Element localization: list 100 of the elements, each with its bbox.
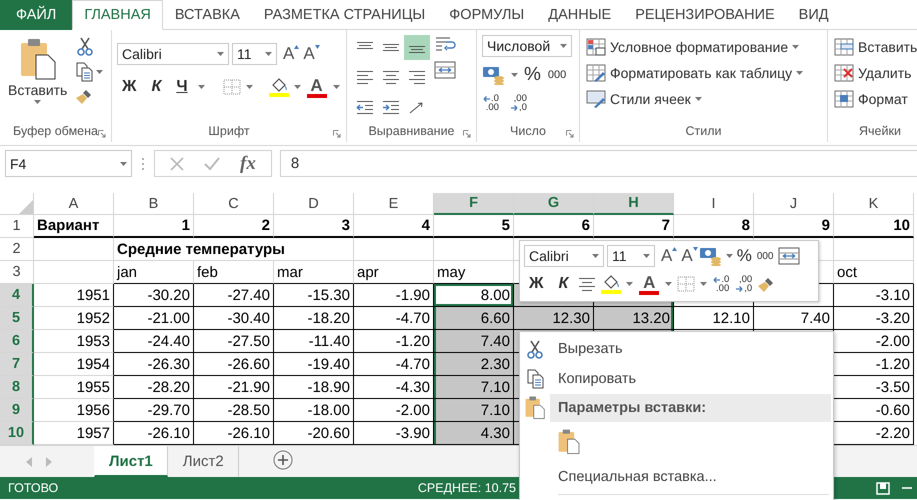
- styles-menu-button[interactable]: Стили ячеек: [585, 89, 804, 109]
- table-cell[interactable]: 1954: [34, 353, 114, 376]
- shrink-font-button[interactable]: A: [300, 43, 318, 65]
- table-cell[interactable]: may: [434, 261, 514, 284]
- table-cell[interactable]: 10: [834, 215, 914, 238]
- underline-button[interactable]: Ч: [171, 75, 193, 99]
- currency-icon[interactable]: [698, 246, 723, 266]
- dialog-launcher-icon[interactable]: [566, 130, 574, 138]
- dialog-launcher-icon[interactable]: [463, 130, 471, 138]
- table-cell[interactable]: -21.90: [194, 376, 274, 399]
- table-cell[interactable]: -30.20: [114, 284, 194, 307]
- table-cell[interactable]: mar: [274, 261, 354, 284]
- italic-button[interactable]: К: [553, 272, 574, 296]
- grow-font-button[interactable]: A: [658, 245, 676, 267]
- table-cell[interactable]: 7.40: [754, 307, 834, 330]
- cells-menu-button[interactable]: Удалить: [833, 63, 917, 83]
- column-header[interactable]: G: [514, 193, 594, 215]
- checkmark-icon[interactable]: [203, 156, 221, 172]
- table-cell[interactable]: jan: [114, 261, 194, 284]
- table-cell[interactable]: 7: [594, 215, 674, 238]
- table-cell[interactable]: 9: [754, 215, 834, 238]
- row-header[interactable]: 7: [0, 353, 34, 376]
- ribbon-tab[interactable]: ВСТАВКА: [162, 0, 252, 30]
- column-header[interactable]: H: [594, 193, 674, 215]
- table-cell[interactable]: 12.10: [674, 307, 754, 330]
- table-cell[interactable]: -3.20: [834, 307, 914, 330]
- table-cell[interactable]: 7.10: [434, 376, 514, 399]
- wrap-text-icon[interactable]: [434, 35, 456, 53]
- column-header[interactable]: D: [274, 193, 354, 215]
- column-header[interactable]: B: [114, 193, 194, 215]
- table-cell[interactable]: feb: [194, 261, 274, 284]
- page-layout-icon[interactable]: [876, 482, 890, 494]
- table-cell[interactable]: -29.70: [114, 399, 194, 422]
- font-size-field[interactable]: 11: [607, 245, 655, 267]
- font-color-button[interactable]: A: [306, 76, 328, 98]
- table-cell[interactable]: -19.40: [274, 353, 354, 376]
- table-cell[interactable]: -27.50: [194, 330, 274, 353]
- styles-menu-button[interactable]: Условное форматирование: [585, 37, 804, 57]
- copy-icon[interactable]: [526, 369, 544, 389]
- scissors-icon[interactable]: [526, 340, 544, 358]
- table-cell[interactable]: -26.60: [194, 353, 274, 376]
- table-cell[interactable]: 1952: [34, 307, 114, 330]
- merge-center-icon[interactable]: [778, 247, 800, 265]
- table-cell[interactable]: 6: [514, 215, 594, 238]
- percent-button[interactable]: %: [736, 245, 753, 267]
- dialog-launcher-icon[interactable]: [333, 130, 341, 138]
- column-header[interactable]: K: [834, 193, 914, 215]
- ribbon-tab[interactable]: ГЛАВНАЯ: [72, 0, 163, 30]
- row-header[interactable]: 1: [0, 215, 34, 238]
- cells-menu-button[interactable]: Вставить: [833, 37, 917, 57]
- font-name-field[interactable]: Calibri: [524, 245, 604, 267]
- clipboard-icon[interactable]: [525, 396, 545, 420]
- ribbon-tab[interactable]: ФОРМУЛЫ: [437, 0, 536, 30]
- table-cell[interactable]: 2: [194, 215, 274, 238]
- row-header[interactable]: 6: [0, 330, 34, 353]
- font-color-button[interactable]: A: [638, 272, 660, 296]
- row-header[interactable]: 4: [0, 284, 34, 307]
- font-name-field[interactable]: Calibri: [117, 43, 229, 65]
- table-cell[interactable]: 6.60: [434, 307, 514, 330]
- cells-menu-button[interactable]: Формат: [833, 89, 917, 109]
- column-header[interactable]: J: [754, 193, 834, 215]
- table-cell[interactable]: [354, 238, 434, 261]
- table-cell[interactable]: -28.20: [114, 376, 194, 399]
- row-header[interactable]: 5: [0, 307, 34, 330]
- column-header[interactable]: I: [674, 193, 754, 215]
- increase-decimal-button[interactable]: .0 .00: [712, 274, 730, 294]
- table-cell[interactable]: 4.30: [434, 422, 514, 445]
- table-cell[interactable]: 5: [434, 215, 514, 238]
- name-box[interactable]: F4: [5, 150, 132, 177]
- table-cell[interactable]: 1955: [34, 376, 114, 399]
- table-cell[interactable]: 1: [114, 215, 194, 238]
- italic-button[interactable]: К: [146, 75, 166, 99]
- ribbon-tab[interactable]: РАЗМЕТКА СТРАНИЦЫ: [252, 0, 438, 30]
- file-tab[interactable]: ФАЙЛ: [0, 0, 72, 30]
- table-cell[interactable]: 12.30: [514, 307, 594, 330]
- menu-item[interactable]: Специальная вставка...: [520, 469, 717, 485]
- table-cell[interactable]: -18.20: [274, 307, 354, 330]
- ribbon-tab[interactable]: РЕЦЕНЗИРОВАНИЕ: [623, 0, 787, 30]
- brush-icon[interactable]: [76, 88, 94, 105]
- dialog-launcher-icon[interactable]: [98, 130, 106, 138]
- add-sheet-icon[interactable]: [272, 450, 293, 470]
- table-cell[interactable]: 13.20: [594, 307, 674, 330]
- table-cell[interactable]: -18.90: [274, 376, 354, 399]
- bold-button[interactable]: Ж: [117, 75, 142, 99]
- borders-icon[interactable]: [222, 79, 241, 95]
- table-cell[interactable]: apr: [354, 261, 434, 284]
- insert-function-button[interactable]: fx: [239, 152, 257, 176]
- row-header[interactable]: 8: [0, 376, 34, 399]
- percent-button[interactable]: %: [523, 63, 542, 87]
- sheet-tab[interactable]: Лист1: [94, 446, 168, 477]
- table-cell[interactable]: 3: [274, 215, 354, 238]
- grow-font-button[interactable]: A: [280, 43, 298, 65]
- table-cell[interactable]: oct: [834, 261, 914, 284]
- table-cell[interactable]: -11.40: [274, 330, 354, 353]
- column-header[interactable]: F: [434, 193, 514, 215]
- table-cell[interactable]: 8.00: [434, 284, 514, 307]
- currency-icon[interactable]: [482, 65, 506, 85]
- column-header[interactable]: C: [194, 193, 274, 215]
- formula-field[interactable]: 8: [280, 150, 917, 177]
- table-cell[interactable]: -26.30: [114, 353, 194, 376]
